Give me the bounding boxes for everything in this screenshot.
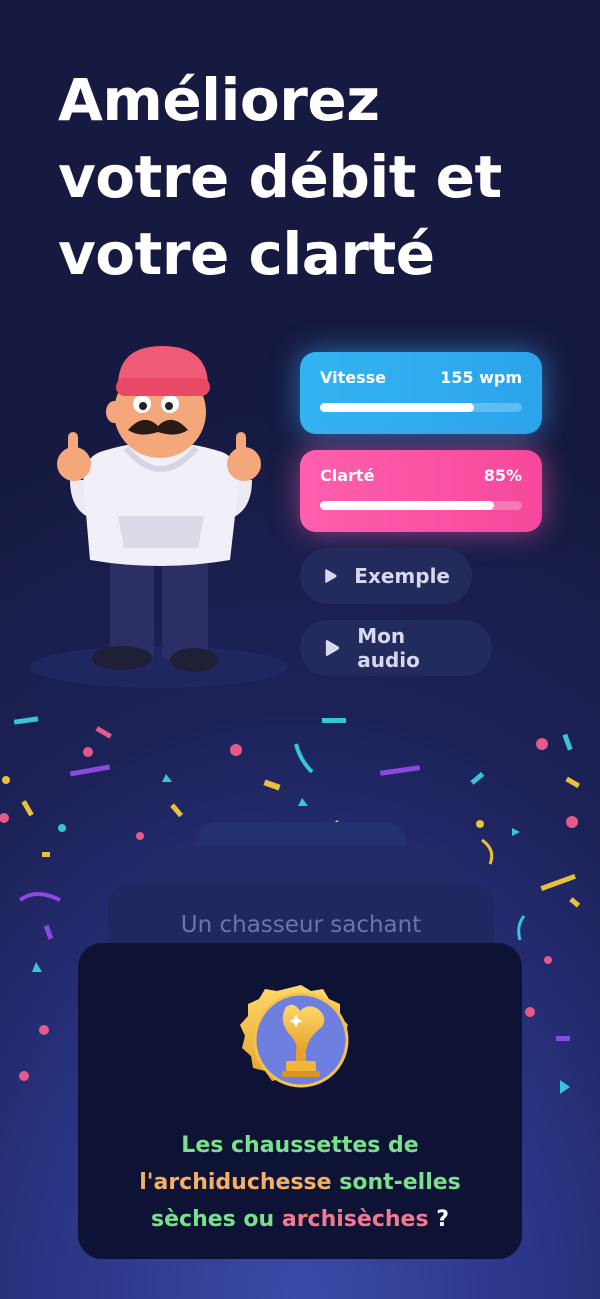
headline-line-2: votre débit et: [58, 143, 502, 211]
example-audio-button[interactable]: Exemple: [300, 548, 472, 604]
speed-progress-track: [320, 403, 522, 412]
speed-progress-fill: [320, 403, 474, 412]
clarity-label: Clarté: [320, 466, 375, 485]
phrase-part-4: sèches ou: [151, 1207, 282, 1232]
clarity-value: 85%: [483, 466, 522, 485]
play-icon: [325, 569, 337, 583]
clarity-progress-fill: [320, 501, 494, 510]
clarity-metric-card: Clarté 85%: [300, 450, 542, 532]
example-audio-label: Exemple: [354, 564, 450, 588]
tongue-twister-text: Les chaussettes de l'archiduchesse sont-…: [78, 1127, 522, 1238]
my-audio-button[interactable]: Mon audio: [300, 620, 492, 676]
clarity-progress-track: [320, 501, 522, 510]
headline-line-1: Améliorez: [58, 66, 380, 134]
background-phrase: Un chasseur sachant: [180, 912, 422, 938]
phrase-part-3: sont-elles: [331, 1170, 461, 1195]
tongue-twister-card[interactable]: Les chaussettes de l'archiduchesse sont-…: [78, 943, 522, 1259]
speed-value: 155 wpm: [440, 368, 522, 387]
play-icon: [325, 639, 340, 657]
speed-metric-card: Vitesse 155 wpm: [300, 352, 542, 434]
headline: Améliorez votre débit et votre clarté: [58, 62, 578, 293]
phrase-part-1: Les chaussettes de: [181, 1133, 419, 1158]
phrase-part-5: archisèches: [281, 1207, 429, 1232]
my-audio-label: Mon audio: [357, 624, 420, 672]
speed-label: Vitesse: [320, 368, 386, 387]
phrase-part-6: ?: [428, 1207, 449, 1232]
headline-line-3: votre clarté: [58, 220, 435, 288]
thumbs-up-character: [57, 346, 261, 672]
phrase-part-2: l'archiduchesse: [139, 1170, 332, 1195]
trophy-badge-icon: [240, 985, 349, 1088]
